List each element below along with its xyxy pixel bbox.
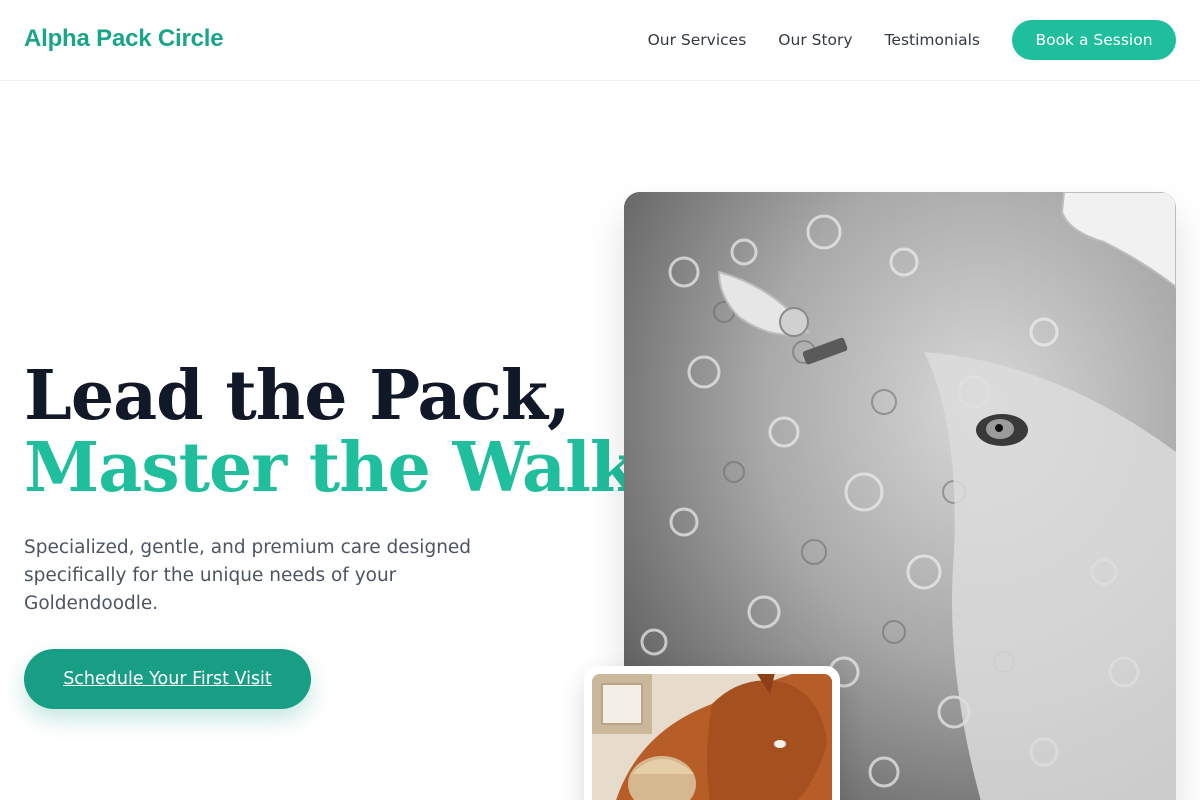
hero-subtext: Specialized, gentle, and premium care de… xyxy=(24,537,472,614)
hero-headline-line2: Master the Walk. xyxy=(24,428,660,508)
horse-illustration xyxy=(592,674,832,800)
inset-image-card xyxy=(584,666,840,800)
site-header: Alpha Pack Circle Our Services Our Story… xyxy=(0,0,1200,81)
hero-headline-line1: Lead the Pack, xyxy=(24,356,571,436)
nav-link-story[interactable]: Our Story xyxy=(778,20,852,60)
schedule-visit-button[interactable]: Schedule Your First Visit xyxy=(24,649,311,709)
inset-image xyxy=(592,674,832,800)
ear-tag xyxy=(779,307,809,337)
book-session-button[interactable]: Book a Session xyxy=(1012,20,1176,60)
hero-headline: Lead the Pack, Master the Walk. xyxy=(24,356,660,508)
nav-link-testimonials[interactable]: Testimonials xyxy=(885,20,980,60)
nav-link-services[interactable]: Our Services xyxy=(648,20,747,60)
brand-logo[interactable]: Alpha Pack Circle xyxy=(24,25,224,53)
main-nav: Our Services Our Story Testimonials Book… xyxy=(648,20,1176,60)
